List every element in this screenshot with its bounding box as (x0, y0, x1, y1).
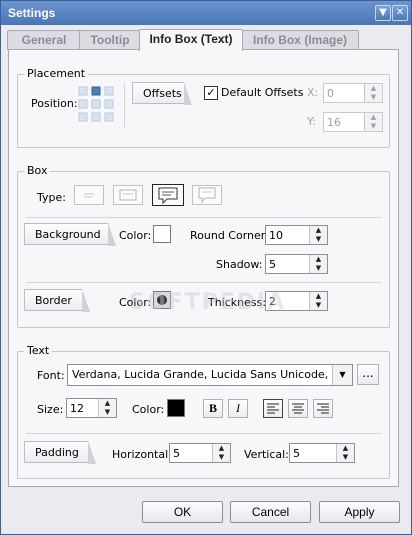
border-section-label: Border (24, 289, 90, 312)
x-offset-input[interactable] (324, 84, 365, 102)
align-center-icon[interactable] (288, 399, 308, 418)
text-color-swatch[interactable] (167, 399, 185, 417)
close-icon[interactable]: ✕ (392, 5, 408, 21)
text-group: Text Font: Verdana, Lucida Grande, Lucid… (17, 344, 390, 479)
size-input[interactable] (67, 399, 98, 417)
font-more-button[interactable]: ... (357, 364, 379, 385)
size-arrows[interactable]: ▲ ▼ (98, 399, 116, 417)
vertical-padding-input[interactable] (290, 444, 337, 462)
horizontal-padding-arrows[interactable]: ▲ ▼ (212, 444, 230, 462)
font-select[interactable]: Verdana, Lucida Grande, Lucida Sans Unic… (67, 364, 353, 386)
tab-panel: Placement Position: Offsets ✓ Default Of… (8, 49, 399, 487)
box-separator-1 (26, 217, 381, 218)
background-section-label: Background (24, 223, 116, 246)
x-label: X: (307, 86, 319, 99)
font-select-value: Verdana, Lucida Grande, Lucida Sans Unic… (72, 368, 328, 381)
round-corner-arrows[interactable]: ▲ ▼ (309, 226, 327, 244)
tab-info-box-text[interactable]: Info Box (Text) (139, 29, 243, 51)
y-label: Y: (307, 115, 316, 128)
box-legend: Box (24, 164, 51, 177)
vertical-label: Vertical: (244, 448, 289, 461)
box-group: Box Type: Background Color: Round Corner… (17, 164, 390, 328)
placement-legend: Placement (24, 67, 89, 80)
cancel-button[interactable]: Cancel (230, 501, 311, 523)
tab-tooltip[interactable]: Tooltip (79, 30, 141, 50)
size-label: Size: (37, 403, 64, 416)
horizontal-padding-stepper[interactable]: ▲▼ (169, 443, 231, 463)
thickness-label: Thickness: (208, 296, 267, 309)
vertical-padding-stepper[interactable]: ▲▼ (289, 443, 355, 463)
default-offsets-checkbox[interactable]: ✓ (204, 86, 218, 100)
box-type-callout-button[interactable] (152, 184, 184, 206)
y-offset-arrows[interactable]: ▲ ▼ (364, 113, 382, 131)
tab-general[interactable]: General (7, 30, 81, 50)
horizontal-padding-input[interactable] (170, 444, 213, 462)
align-left-icon[interactable] (263, 399, 283, 418)
y-offset-stepper[interactable]: ▲▼ (323, 112, 383, 132)
x-offset-arrows[interactable]: ▲ ▼ (364, 84, 382, 102)
x-offset-stepper[interactable]: ▲▼ (323, 83, 383, 103)
shadow-stepper[interactable]: ▲▼ (265, 254, 328, 274)
shadow-input[interactable] (266, 255, 309, 273)
title-bar[interactable]: Settings ▼ ✕ (1, 1, 411, 25)
padding-section-label: Padding (24, 441, 96, 464)
text-color-label: Color: (132, 403, 165, 416)
window-title: Settings (8, 6, 56, 20)
font-label: Font: (37, 369, 65, 382)
minimize-icon[interactable]: ▼ (375, 5, 391, 21)
text-separator (26, 433, 381, 434)
y-offset-input[interactable] (324, 113, 365, 131)
placement-separator (124, 83, 125, 127)
thickness-arrows[interactable]: ▲ ▼ (309, 292, 327, 310)
align-right-icon[interactable] (313, 399, 333, 418)
ok-button[interactable]: OK (142, 501, 223, 523)
thickness-stepper[interactable]: ▲▼ (265, 291, 328, 311)
default-offsets-label: Default Offsets (221, 86, 304, 99)
box-type-label: Type: (37, 191, 66, 204)
thickness-input[interactable] (266, 292, 309, 310)
position-label: Position: (31, 97, 78, 110)
box-type-callout-alt-button[interactable] (192, 185, 222, 205)
border-color-swatch[interactable] (153, 291, 171, 309)
background-color-swatch[interactable] (153, 225, 171, 243)
box-type-rect-button[interactable] (113, 185, 143, 205)
background-color-label: Color: (119, 229, 152, 242)
settings-window: Settings ▼ ✕ General Tooltip Info Box (T… (0, 0, 412, 535)
box-type-plain-button[interactable] (74, 185, 104, 205)
italic-button[interactable]: I (228, 399, 248, 418)
tab-info-box-image[interactable]: Info Box (Image) (241, 30, 359, 50)
bold-button[interactable]: B (203, 399, 223, 418)
round-corner-stepper[interactable]: ▲▼ (265, 225, 328, 245)
offsets-section-label: Offsets (132, 82, 192, 105)
text-legend: Text (24, 344, 53, 357)
vertical-padding-arrows[interactable]: ▲ ▼ (336, 444, 354, 462)
apply-button[interactable]: Apply (319, 501, 400, 523)
shadow-arrows[interactable]: ▲ ▼ (309, 255, 327, 273)
round-corner-input[interactable] (266, 226, 309, 244)
shadow-label: Shadow: (216, 258, 263, 271)
position-grid-icon[interactable] (78, 86, 114, 122)
box-separator-2 (26, 282, 381, 283)
size-stepper[interactable]: ▲▼ (66, 398, 117, 418)
horizontal-label: Horizontal: (112, 448, 172, 461)
placement-group: Placement Position: Offsets ✓ Default Of… (17, 67, 390, 148)
border-color-label: Color: (119, 296, 152, 309)
round-corner-label: Round Corner: (190, 229, 269, 242)
chevron-down-icon[interactable]: ▼ (332, 365, 352, 385)
